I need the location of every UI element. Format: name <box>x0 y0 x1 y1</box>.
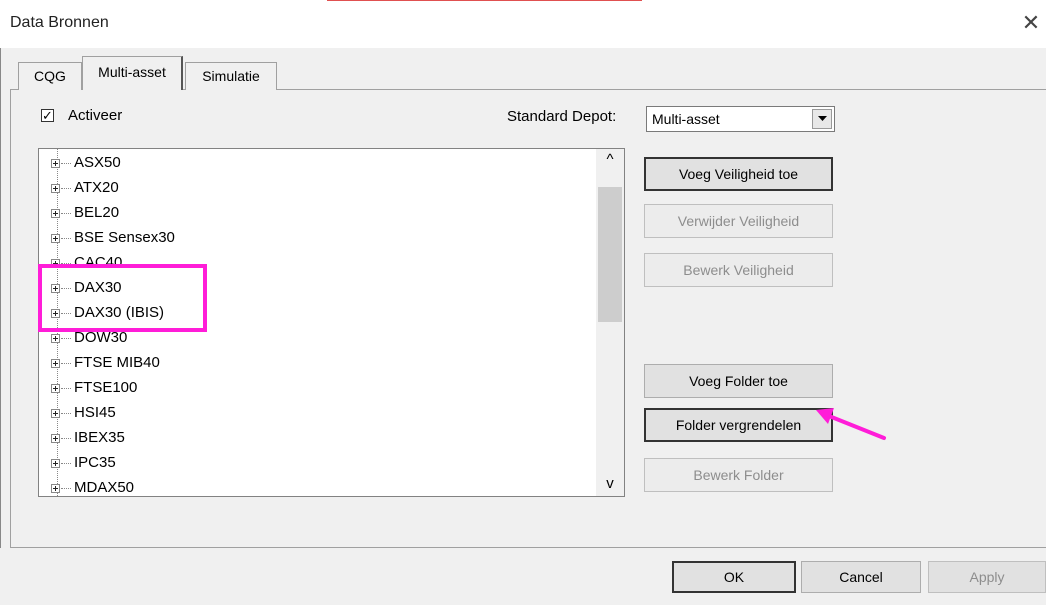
standard-depot-label: Standard Depot: <box>507 108 617 125</box>
tree-item[interactable]: ATX20 <box>39 178 599 202</box>
scrollbar-thumb[interactable] <box>598 187 622 322</box>
tree-item[interactable]: ASX50 <box>39 153 599 177</box>
tab-simulatie[interactable]: Simulatie <box>185 62 277 90</box>
ok-button[interactable]: OK <box>672 561 796 593</box>
edit-folder-button[interactable]: Bewerk Folder <box>644 458 833 492</box>
tree-item[interactable]: DOW30 <box>39 328 599 352</box>
expand-icon[interactable] <box>51 209 60 218</box>
expand-icon[interactable] <box>51 484 60 493</box>
expand-icon[interactable] <box>51 309 60 318</box>
expand-icon[interactable] <box>51 159 60 168</box>
tree-item-label: IBEX35 <box>74 429 125 446</box>
window-title: Data Bronnen <box>10 14 109 31</box>
tree-scrollbar[interactable]: ^ v <box>596 149 624 496</box>
tree-item[interactable]: FTSE MIB40 <box>39 353 599 377</box>
expand-icon[interactable] <box>51 384 60 393</box>
expand-icon[interactable] <box>51 184 60 193</box>
tree-item[interactable]: IBEX35 <box>39 428 599 452</box>
tree-item-label: ATX20 <box>74 179 119 196</box>
tree-item[interactable]: FTSE100 <box>39 378 599 402</box>
checkmark-icon: ✓ <box>42 108 53 123</box>
tree-item[interactable]: DAX30 <box>39 278 599 302</box>
expand-icon[interactable] <box>51 459 60 468</box>
cancel-button[interactable]: Cancel <box>801 561 921 593</box>
activate-checkbox[interactable]: ✓ <box>41 109 54 122</box>
standard-depot-select[interactable]: Multi-asset <box>646 106 835 132</box>
tree-item-label: MDAX50 <box>74 479 135 496</box>
expand-icon[interactable] <box>51 284 60 293</box>
close-icon[interactable]: ✕ <box>1018 10 1044 36</box>
expand-icon[interactable] <box>51 259 60 268</box>
scroll-up-icon[interactable]: ^ <box>596 151 624 171</box>
index-tree[interactable]: ASX50 ATX20 BEL20 BSE Sensex30 CAC40 DAX… <box>38 148 625 497</box>
edit-security-button[interactable]: Bewerk Veiligheid <box>644 253 833 287</box>
tree-item[interactable]: HSI45 <box>39 403 599 427</box>
add-folder-button[interactable]: Voeg Folder toe <box>644 364 833 398</box>
lock-folder-button[interactable]: Folder vergrendelen <box>644 408 833 442</box>
expand-icon[interactable] <box>51 409 60 418</box>
tab-multi-asset[interactable]: Multi-asset <box>82 56 183 90</box>
tree-item-label: DOW30 <box>74 329 128 346</box>
tree-item-label: FTSE MIB40 <box>74 354 160 371</box>
tree-item-label: ASX50 <box>74 154 121 171</box>
window-accent-line <box>327 0 642 1</box>
tree-item[interactable]: MDAX50 <box>39 478 599 496</box>
tree-item[interactable]: BSE Sensex30 <box>39 228 599 252</box>
standard-depot-value: Multi-asset <box>652 111 720 127</box>
tree-item-label: DAX30 (IBIS) <box>74 304 165 321</box>
activate-label: Activeer <box>68 107 123 124</box>
tree-item-label: BEL20 <box>74 204 120 221</box>
tree-item-label: FTSE100 <box>74 379 138 396</box>
tree-item[interactable]: CAC40 <box>39 253 599 277</box>
title-bar: Data Bronnen ✕ <box>0 0 1046 48</box>
data-sources-dialog: Data Bronnen ✕ CQG Multi-asset Simulatie… <box>0 0 1046 605</box>
tree-item[interactable]: DAX30 (IBIS) <box>39 303 599 327</box>
scroll-down-icon[interactable]: v <box>596 475 624 495</box>
window-left-border <box>0 48 1 605</box>
tree-item[interactable]: IPC35 <box>39 453 599 477</box>
add-security-button[interactable]: Voeg Veiligheid toe <box>644 157 833 191</box>
tree-item-label: BSE Sensex30 <box>74 229 175 246</box>
expand-icon[interactable] <box>51 234 60 243</box>
expand-icon[interactable] <box>51 359 60 368</box>
tab-cqg[interactable]: CQG <box>18 62 82 90</box>
remove-security-button[interactable]: Verwijder Veiligheid <box>644 204 833 238</box>
apply-button[interactable]: Apply <box>928 561 1046 593</box>
expand-icon[interactable] <box>51 334 60 343</box>
tree-item[interactable]: BEL20 <box>39 203 599 227</box>
chevron-down-icon[interactable] <box>812 109 832 129</box>
tree-item-label: CAC40 <box>74 254 123 271</box>
expand-icon[interactable] <box>51 434 60 443</box>
tree-item-label: IPC35 <box>74 454 116 471</box>
tree-item-label: DAX30 <box>74 279 122 296</box>
tree-item-label: HSI45 <box>74 404 116 421</box>
